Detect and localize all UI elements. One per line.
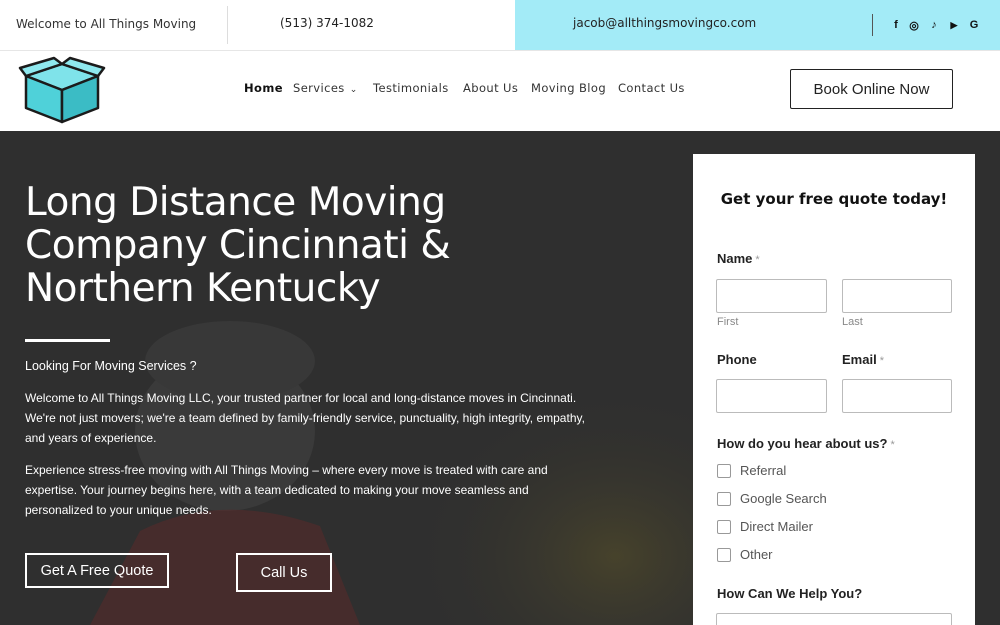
divider [25,339,110,342]
divider [227,6,228,44]
hear-about-label: How do you hear about us? * [717,436,895,451]
get-free-quote-button[interactable]: Get A Free Quote [25,553,169,588]
option-label: Direct Mailer [740,519,813,534]
email-label: Email * [842,352,884,367]
book-online-button[interactable]: Book Online Now [790,69,953,109]
nav-home[interactable]: Home [244,81,283,95]
site-header: Home Services ⌄ Testimonials About Us Mov… [0,51,1000,131]
hero-subtitle: Looking For Moving Services ? [25,359,197,373]
nav-contact-us[interactable]: Contact Us [618,81,685,95]
facebook-icon[interactable]: f [889,18,903,32]
hero-title: Long Distance Moving Company Cincinnati … [25,180,451,311]
option-other[interactable]: Other [717,547,773,562]
welcome-text: Welcome to All Things Moving [16,17,197,31]
first-name-field[interactable] [716,279,827,313]
email-field[interactable] [842,379,952,413]
call-us-button[interactable]: Call Us [236,553,332,592]
nav-services[interactable]: Services ⌄ [293,81,358,95]
tiktok-icon[interactable]: ♪ [927,18,941,32]
email-link[interactable]: jacob@allthingsmovingco.com [573,16,756,30]
first-hint: First [717,316,739,328]
hear-about-label-text: How do you hear about us? [717,436,888,451]
checkbox[interactable] [717,491,731,506]
logo-box-icon[interactable] [18,56,106,124]
option-label: Referral [740,463,787,478]
option-label: Other [740,547,773,562]
checkbox[interactable] [717,463,731,478]
help-label: How Can We Help You? [717,586,863,601]
nav-services-label: Services [293,81,345,95]
option-google-search[interactable]: Google Search [717,491,827,506]
name-label-text: Name [717,251,753,266]
youtube-icon[interactable]: ▶ [947,18,961,32]
email-label-text: Email [842,352,877,367]
nav-about-us[interactable]: About Us [463,81,518,95]
top-bar: Welcome to All Things Moving (513) 374-1… [0,0,1000,51]
google-icon[interactable]: G [967,18,981,32]
phone-link[interactable]: (513) 374-1082 [280,16,374,30]
nav-moving-blog[interactable]: Moving Blog [531,81,606,95]
help-textarea[interactable] [716,613,952,625]
hero-paragraph-2: Experience stress-free moving with All T… [25,463,548,517]
nav-testimonials[interactable]: Testimonials [373,81,449,95]
instagram-icon[interactable]: ◎ [907,18,921,32]
option-direct-mailer[interactable]: Direct Mailer [717,519,813,534]
required-mark: * [879,355,884,367]
divider [872,14,873,36]
option-label: Google Search [740,491,827,506]
checkbox[interactable] [717,519,731,534]
required-mark: * [755,254,760,266]
quote-form: Get your free quote today! Name * First L… [693,154,975,625]
option-referral[interactable]: Referral [717,463,786,478]
phone-label: Phone [717,352,757,367]
name-label: Name * [717,251,760,266]
hero-paragraph-1: Welcome to All Things Moving LLC, your t… [25,391,585,445]
form-title: Get your free quote today! [720,190,948,208]
top-bar-right: jacob@allthingsmovingco.com f ◎ ♪ ▶ G [515,0,1000,50]
last-hint: Last [842,316,863,328]
checkbox[interactable] [717,547,731,562]
last-name-field[interactable] [842,279,952,313]
phone-field[interactable] [716,379,827,413]
top-bar-left: Welcome to All Things Moving (513) 374-1… [0,0,515,50]
required-mark: * [890,439,895,451]
chevron-down-icon: ⌄ [349,85,358,95]
